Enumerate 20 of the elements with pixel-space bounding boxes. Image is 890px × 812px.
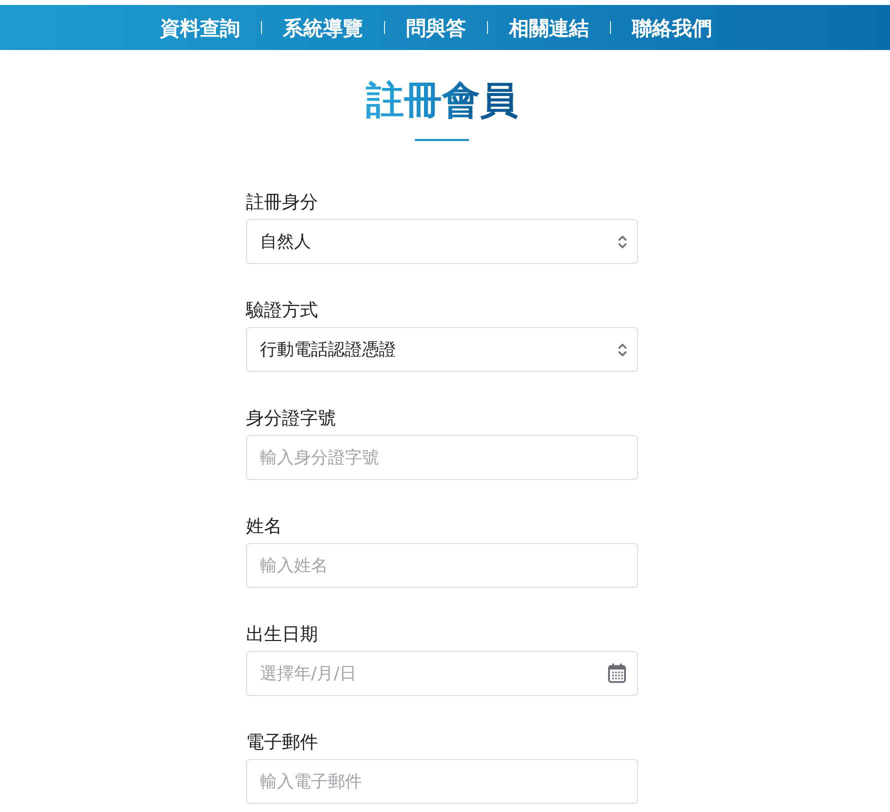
nav-link[interactable]: 相關連結 — [509, 16, 589, 40]
select-field[interactable]: 行動電話認證憑證 — [246, 327, 638, 372]
input-field[interactable]: 輸入姓名 — [246, 543, 638, 588]
select-field[interactable]: 自然人 — [246, 219, 638, 264]
input-field[interactable]: 輸入身分證字號 — [246, 435, 638, 480]
chevron-up-down-icon — [618, 234, 627, 248]
chevron-up-down-icon — [618, 342, 627, 356]
field-label: 驗證方式 — [246, 299, 319, 323]
field-label: 註冊身分 — [246, 191, 319, 215]
nav-link[interactable]: 資料查詢 — [160, 16, 240, 40]
field-label: 姓名 — [246, 515, 283, 539]
field-label: 身分證字號 — [246, 407, 337, 431]
field-label: 出生日期 — [246, 623, 319, 647]
nav-link[interactable]: 系統導覽 — [283, 16, 363, 40]
calendar-icon[interactable] — [608, 663, 626, 683]
field-label: 電子郵件 — [246, 731, 319, 755]
nav-link[interactable]: 聯絡我們 — [632, 16, 712, 40]
date-field[interactable]: 選擇年/月/日 — [246, 651, 638, 696]
input-field[interactable]: 輸入電子郵件 — [246, 759, 638, 804]
nav-link[interactable]: 問與答 — [406, 16, 466, 40]
